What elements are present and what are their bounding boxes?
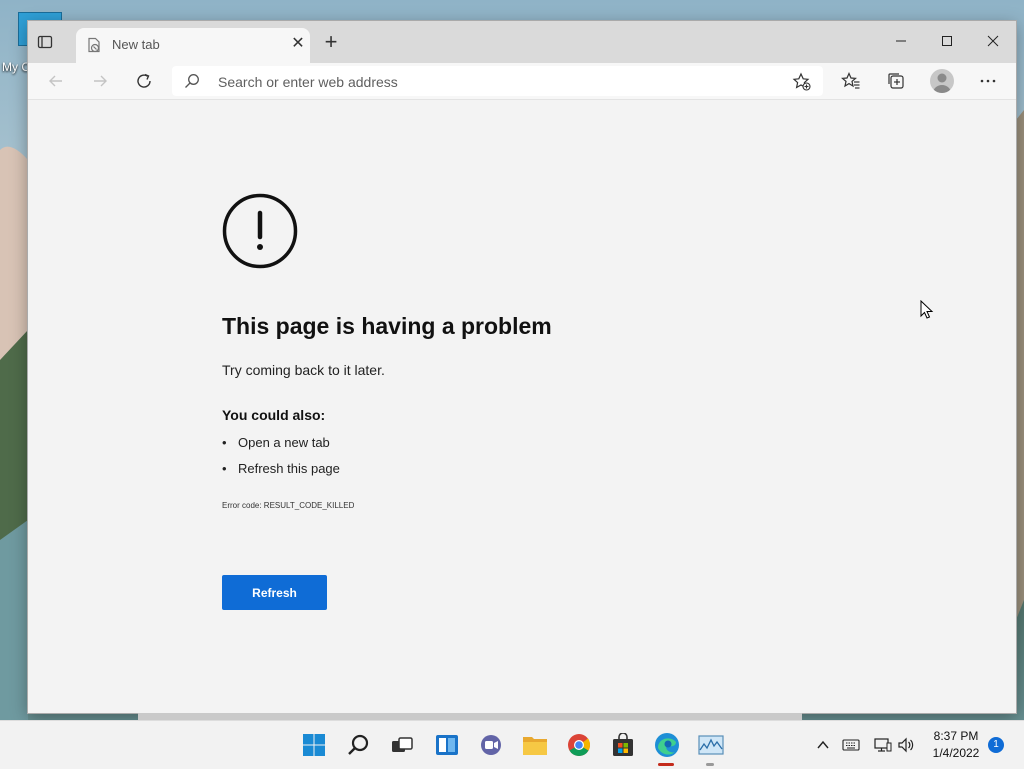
error-code: Error code: RESULT_CODE_KILLED bbox=[222, 501, 355, 510]
start-icon[interactable] bbox=[300, 731, 328, 759]
navigation-toolbar bbox=[28, 63, 1016, 100]
search-icon[interactable] bbox=[345, 731, 373, 759]
keyboard-icon[interactable] bbox=[842, 736, 860, 754]
task-view-icon[interactable] bbox=[388, 731, 416, 759]
list-item: Open a new tab bbox=[222, 434, 340, 460]
clock-date[interactable]: 1/4/2022 bbox=[930, 746, 982, 760]
taskbar: 8:37 PM 1/4/2022 1 bbox=[0, 720, 1024, 769]
new-tab-icon[interactable]: + bbox=[321, 31, 341, 53]
collections-icon[interactable] bbox=[884, 69, 908, 93]
network-icon[interactable] bbox=[874, 736, 892, 754]
maximize-icon[interactable] bbox=[924, 21, 970, 61]
chat-icon[interactable] bbox=[477, 731, 505, 759]
tab-title: New tab bbox=[112, 37, 160, 52]
notification-badge[interactable]: 1 bbox=[988, 737, 1004, 753]
forward-icon[interactable] bbox=[88, 69, 112, 93]
close-window-icon[interactable] bbox=[970, 21, 1016, 61]
page-content: This page is having a problem Try coming… bbox=[28, 100, 1016, 713]
browser-window: New tab ✕ + Search or enter web address … bbox=[28, 21, 1016, 721]
edge-icon[interactable] bbox=[653, 731, 681, 759]
more-options-icon[interactable] bbox=[976, 69, 1000, 93]
chevron-up-icon[interactable] bbox=[814, 736, 832, 754]
exclamation-icon bbox=[222, 193, 298, 269]
tab-bar: New tab ✕ + bbox=[28, 21, 1016, 63]
error-message: Try coming back to it later. bbox=[222, 362, 385, 378]
page-error-icon bbox=[88, 37, 100, 53]
chrome-icon[interactable] bbox=[565, 731, 593, 759]
suggestions-heading: You could also: bbox=[222, 407, 326, 423]
search-icon bbox=[185, 74, 199, 88]
resource-monitor-icon[interactable] bbox=[697, 731, 725, 759]
favorites-icon[interactable] bbox=[839, 69, 863, 93]
address-input[interactable] bbox=[216, 66, 780, 98]
page-title: This page is having a problem bbox=[222, 313, 552, 339]
mouse-pointer-icon bbox=[920, 300, 934, 319]
clock-time[interactable]: 8:37 PM bbox=[930, 729, 982, 743]
minimize-icon[interactable] bbox=[878, 21, 924, 61]
file-explorer-icon[interactable] bbox=[521, 731, 549, 759]
store-icon[interactable] bbox=[609, 731, 637, 759]
edge-active-indicator bbox=[658, 763, 674, 766]
tab-new-tab[interactable]: New tab ✕ bbox=[76, 28, 310, 63]
volume-icon[interactable] bbox=[897, 736, 915, 754]
close-tab-icon[interactable]: ✕ bbox=[290, 36, 306, 52]
back-icon[interactable] bbox=[44, 69, 68, 93]
app-running-indicator bbox=[706, 763, 714, 766]
desktop-icon-label: My C bbox=[2, 60, 30, 74]
tab-actions-icon[interactable] bbox=[36, 33, 54, 51]
widgets-icon[interactable] bbox=[433, 731, 461, 759]
reload-icon[interactable] bbox=[132, 69, 156, 93]
profile-avatar-icon[interactable] bbox=[930, 69, 954, 93]
address-bar[interactable] bbox=[172, 66, 823, 98]
add-favorite-icon[interactable] bbox=[792, 72, 812, 92]
list-item: Refresh this page bbox=[222, 460, 340, 486]
suggestion-list: Open a new tab Refresh this page bbox=[222, 434, 340, 486]
refresh-button[interactable]: Refresh bbox=[222, 575, 327, 610]
